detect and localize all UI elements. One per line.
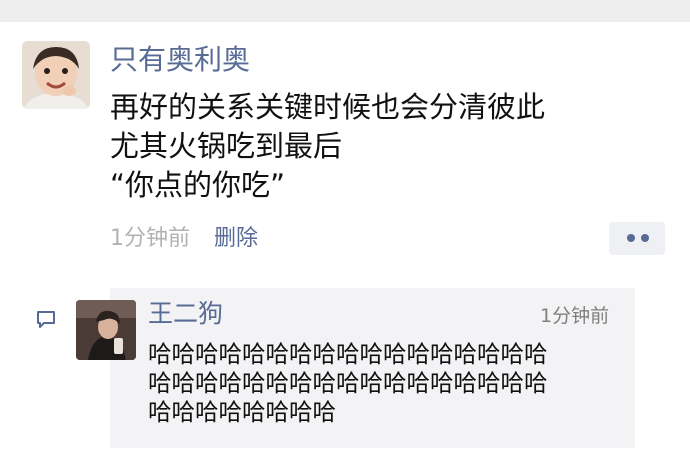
post-text: 再好的关系关键时候也会分清彼此 尤其火锅吃到最后 “你点的你吃” xyxy=(110,88,545,205)
more-actions-button[interactable] xyxy=(609,222,665,255)
delete-button[interactable]: 删除 xyxy=(214,225,258,253)
comment-text-line: 哈哈哈哈哈哈哈哈 xyxy=(148,398,336,426)
post-timestamp: 1分钟前 xyxy=(110,226,190,251)
author-avatar[interactable] xyxy=(22,41,90,109)
commenter-name[interactable]: 王二狗 xyxy=(148,298,223,330)
more-dots-icon xyxy=(641,234,649,242)
comment-text-line: 哈哈哈哈哈哈哈哈哈哈哈哈哈哈哈哈哈 xyxy=(148,340,548,368)
comment-timestamp: 1分钟前 xyxy=(540,305,610,327)
post-text-line: 尤其火锅吃到最后 xyxy=(110,129,343,163)
top-separator xyxy=(0,0,690,22)
author-name[interactable]: 只有奥利奥 xyxy=(110,42,250,78)
bottom-spacer xyxy=(0,448,690,476)
more-dots-icon xyxy=(627,234,635,242)
post-text-line: 再好的关系关键时候也会分清彼此 xyxy=(110,90,546,124)
commenter-avatar[interactable] xyxy=(76,300,136,360)
comment-bubble-icon xyxy=(35,308,57,330)
post-text-line: “你点的你吃” xyxy=(110,168,286,202)
comment-text: 哈哈哈哈哈哈哈哈哈哈哈哈哈哈哈哈哈 哈哈哈哈哈哈哈哈哈哈哈哈哈哈哈哈哈 哈哈哈哈… xyxy=(148,340,548,427)
comment-text-line: 哈哈哈哈哈哈哈哈哈哈哈哈哈哈哈哈哈 xyxy=(148,369,548,397)
